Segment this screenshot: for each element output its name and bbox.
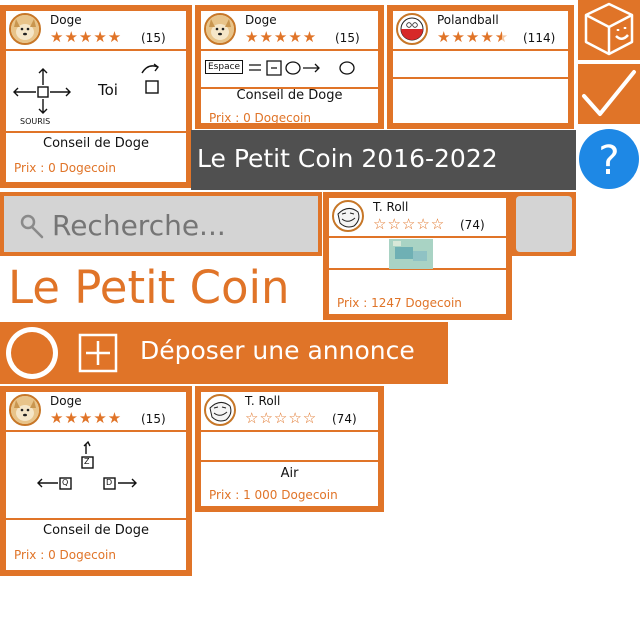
rating-count: (74) (460, 218, 485, 232)
listing-card[interactable]: T. Roll ☆☆☆☆☆ (74) Air Prix : 1 000 Doge… (195, 386, 384, 512)
search-submit-button[interactable] (512, 192, 576, 256)
listing-title[interactable]: Conseil de Doge (6, 136, 186, 151)
listing-card-inner: Polandball ★★★★★ (114) (393, 11, 568, 123)
listing-header: T. Roll ☆☆☆☆☆ (74) (201, 392, 378, 432)
box-face-icon (578, 2, 640, 64)
listing-header: Doge ★★★★★ (15) (6, 11, 186, 51)
listing-card[interactable]: T. Roll ☆☆☆☆☆ (74) Prix : 1247 Dogecoin (323, 192, 512, 320)
listing-card-inner: T. Roll ☆☆☆☆☆ (74) Air Prix : 1 000 Doge… (201, 392, 378, 506)
logo-area: Le Petit Coin (0, 258, 322, 320)
seller-name[interactable]: Doge (50, 13, 82, 27)
listing-image[interactable]: Z Q D (6, 432, 186, 520)
search-box[interactable] (0, 192, 322, 256)
confirm-button[interactable] (578, 64, 640, 124)
doge-avatar-icon (9, 13, 41, 45)
listing-image[interactable]: Espace (201, 51, 378, 89)
search-icon (18, 212, 46, 244)
listing-card-inner: Doge ★★★★★ (15) SOURIS Toi Conseil de Do… (6, 11, 186, 182)
listing-price: Prix : 1247 Dogecoin (337, 296, 462, 310)
listing-header: Doge ★★★★★ (15) (6, 392, 186, 432)
listing-card-inner: Doge ★★★★★ (15) Espace Conseil de Doge P… (201, 11, 378, 125)
seller-name[interactable]: Doge (245, 13, 277, 27)
rating-stars: ★★★★★ (50, 409, 123, 427)
listing-image[interactable] (393, 51, 568, 79)
sketch-label-souris: SOURIS (20, 117, 51, 126)
listing-card-inner: T. Roll ☆☆☆☆☆ (74) Prix : 1247 Dogecoin (329, 198, 506, 314)
trollface-avatar-icon (332, 200, 364, 232)
rating-stars: ★★★★★ (245, 28, 318, 46)
svg-text:?: ? (598, 138, 619, 184)
rating-stars: ☆☆☆☆☆ (373, 215, 446, 233)
listing-card-inner: Doge ★★★★★ (15) Z Q D Conseil de Doge Pr… (6, 392, 186, 570)
banner-title: Le Petit Coin 2016-2022 (197, 144, 498, 173)
help-icon: ? (578, 129, 640, 194)
rating-count: (74) (332, 412, 357, 426)
listing-title[interactable]: Conseil de Doge (6, 523, 186, 538)
search-field[interactable] (4, 196, 318, 252)
listing-title[interactable]: Air (201, 466, 378, 481)
listing-card[interactable]: Doge ★★★★★ (15) Espace Conseil de Doge P… (195, 5, 384, 129)
listing-header: Doge ★★★★★ (15) (201, 11, 378, 51)
box-face-button[interactable] (578, 0, 640, 60)
doge-avatar-icon (9, 394, 41, 426)
doge-avatar-icon (204, 13, 236, 45)
seller-name[interactable]: Doge (50, 394, 82, 408)
listing-price: Prix : 0 Dogecoin (209, 111, 311, 125)
rating-count: (15) (141, 31, 166, 45)
listing-price: Prix : 0 Dogecoin (14, 161, 116, 175)
sketch-key-z: Z (84, 457, 90, 466)
listing-card[interactable]: Doge ★★★★★ (15) SOURIS Toi Conseil de Do… (0, 5, 192, 188)
sketch-key-q: Q (62, 478, 69, 487)
logo-text[interactable]: Le Petit Coin (8, 260, 290, 316)
seller-name[interactable]: Polandball (437, 13, 499, 27)
post-ad-label: Déposer une annonce (140, 336, 415, 365)
listing-card[interactable]: Polandball ★★★★★ (114) (387, 5, 574, 129)
post-ad-button[interactable]: Déposer une annonce (64, 322, 448, 384)
trollface-avatar-icon (204, 394, 236, 426)
listing-card[interactable]: Doge ★★★★★ (15) Z Q D Conseil de Doge Pr… (0, 386, 192, 576)
listing-image[interactable] (201, 432, 378, 462)
plus-icon (78, 333, 118, 377)
rating-count: (15) (335, 31, 360, 45)
search-input[interactable] (50, 204, 314, 246)
rating-stars: ★★★★★ (50, 28, 123, 46)
checkmark-icon (578, 70, 640, 128)
rating-stars: ★★★★★ (437, 28, 510, 46)
banner: Le Petit Coin 2016-2022 (191, 130, 576, 190)
listing-title[interactable]: Conseil de Doge (201, 88, 378, 103)
rating-count: (114) (523, 31, 556, 45)
listing-price: Prix : 0 Dogecoin (14, 548, 116, 562)
rating-stars: ☆☆☆☆☆ (245, 409, 318, 427)
seller-name[interactable]: T. Roll (245, 394, 280, 408)
listing-header: T. Roll ☆☆☆☆☆ (74) (329, 198, 506, 238)
sketch-key-d: D (106, 478, 113, 487)
rating-count: (15) (141, 412, 166, 426)
listing-header: Polandball ★★★★★ (114) (393, 11, 568, 51)
listing-price: Prix : 1 000 Dogecoin (209, 488, 338, 502)
search-submit-face (516, 196, 572, 252)
help-button[interactable]: ? (578, 128, 640, 190)
sketch-label-toi: Toi (98, 81, 118, 99)
seller-name[interactable]: T. Roll (373, 200, 408, 214)
listing-image[interactable]: SOURIS Toi (6, 51, 186, 133)
radio-button[interactable] (0, 322, 64, 384)
polandball-avatar-icon (396, 13, 428, 45)
listing-image[interactable] (329, 238, 506, 270)
